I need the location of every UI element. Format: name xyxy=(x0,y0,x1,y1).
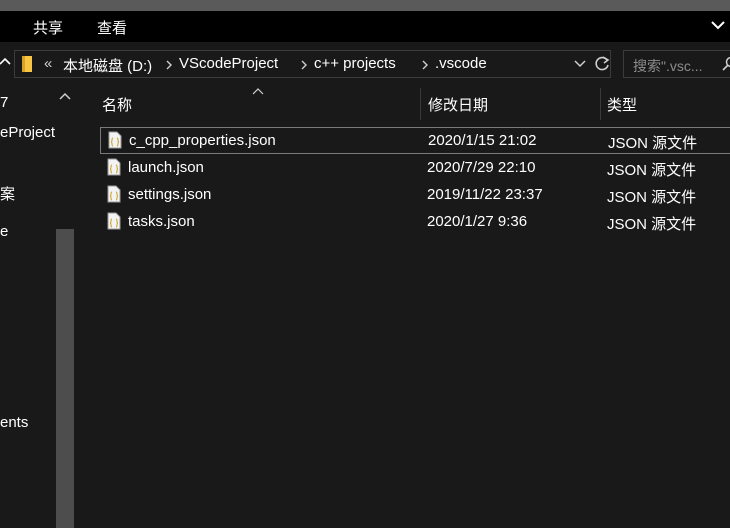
sort-ascending-icon xyxy=(252,88,264,95)
column-header-name[interactable]: 名称 xyxy=(102,94,132,115)
file-date: 2020/1/27 9:36 xyxy=(427,213,528,230)
breadcrumb-drive[interactable]: 本地磁盘 (D:) xyxy=(63,55,152,76)
file-type: JSON 源文件 xyxy=(608,135,698,152)
nav-item[interactable]: ents xyxy=(0,414,28,431)
search-input[interactable]: 搜索".vsc... xyxy=(623,50,730,78)
column-divider[interactable] xyxy=(420,88,421,120)
file-date: 2020/1/15 21:02 xyxy=(428,132,537,149)
json-file-icon xyxy=(107,185,121,203)
chevron-up-icon[interactable] xyxy=(0,54,12,70)
file-type: JSON 源文件 xyxy=(607,162,697,179)
chevron-down-icon[interactable] xyxy=(710,17,726,33)
json-file-icon xyxy=(107,158,121,176)
file-type: JSON 源文件 xyxy=(607,216,697,233)
chevron-down-icon[interactable] xyxy=(574,59,586,69)
nav-item[interactable]: 7 xyxy=(0,94,8,111)
file-type: JSON 源文件 xyxy=(607,189,697,206)
scrollbar-thumb[interactable] xyxy=(56,229,74,528)
nav-item[interactable]: eProject xyxy=(0,124,55,141)
file-name: settings.json xyxy=(128,186,212,203)
title-bar-strip xyxy=(0,0,730,11)
folder-icon xyxy=(22,56,32,72)
table-row[interactable]: launch.json 2020/7/29 22:10 JSON 源文件 xyxy=(100,155,730,182)
table-row[interactable]: tasks.json 2020/1/27 9:36 JSON 源文件 xyxy=(100,209,730,236)
file-name: launch.json xyxy=(128,159,204,176)
nav-scrollbar[interactable] xyxy=(56,86,74,528)
ribbon-bar: 共享 查看 xyxy=(0,11,730,42)
file-date: 2019/11/22 23:37 xyxy=(427,186,543,203)
search-icon[interactable] xyxy=(722,56,730,72)
breadcrumb-vscodeproject[interactable]: VScodeProject xyxy=(179,55,278,72)
chevron-right-icon[interactable] xyxy=(165,60,173,70)
table-row[interactable]: settings.json 2019/11/22 23:37 JSON 源文件 xyxy=(100,182,730,209)
file-name: c_cpp_properties.json xyxy=(129,132,276,149)
chevron-up-icon[interactable] xyxy=(59,91,71,101)
column-header-date[interactable]: 修改日期 xyxy=(428,94,488,115)
chevron-right-icon[interactable] xyxy=(300,60,308,70)
breadcrumb-vscode[interactable]: .vscode xyxy=(435,55,487,72)
nav-item[interactable]: 案 xyxy=(0,183,15,204)
breadcrumb-cpp-projects[interactable]: c++ projects xyxy=(314,55,396,72)
search-placeholder: 搜索".vsc... xyxy=(633,58,703,74)
navigation-pane: 7 eProject 案 e ents xyxy=(0,86,76,528)
column-divider[interactable] xyxy=(600,88,601,120)
breadcrumb-overflow[interactable]: « xyxy=(44,55,52,72)
table-row[interactable]: c_cpp_properties.json 2020/1/15 21:02 JS… xyxy=(100,127,730,154)
json-file-icon xyxy=(107,212,121,230)
refresh-icon[interactable] xyxy=(593,55,611,73)
file-name: tasks.json xyxy=(128,213,195,230)
tab-share[interactable]: 共享 xyxy=(33,17,63,38)
nav-item[interactable]: e xyxy=(0,223,8,240)
address-row: « 本地磁盘 (D:) VScodeProject c++ projects .… xyxy=(0,42,730,86)
json-file-icon xyxy=(108,131,122,149)
chevron-right-icon[interactable] xyxy=(421,60,429,70)
tab-view[interactable]: 查看 xyxy=(97,17,127,38)
address-bar[interactable]: « 本地磁盘 (D:) VScodeProject c++ projects .… xyxy=(14,50,611,78)
column-header-type[interactable]: 类型 xyxy=(607,94,637,115)
file-date: 2020/7/29 22:10 xyxy=(427,159,536,176)
file-list: 名称 修改日期 类型 c_cpp_properties.json 2020/1/… xyxy=(76,86,730,528)
